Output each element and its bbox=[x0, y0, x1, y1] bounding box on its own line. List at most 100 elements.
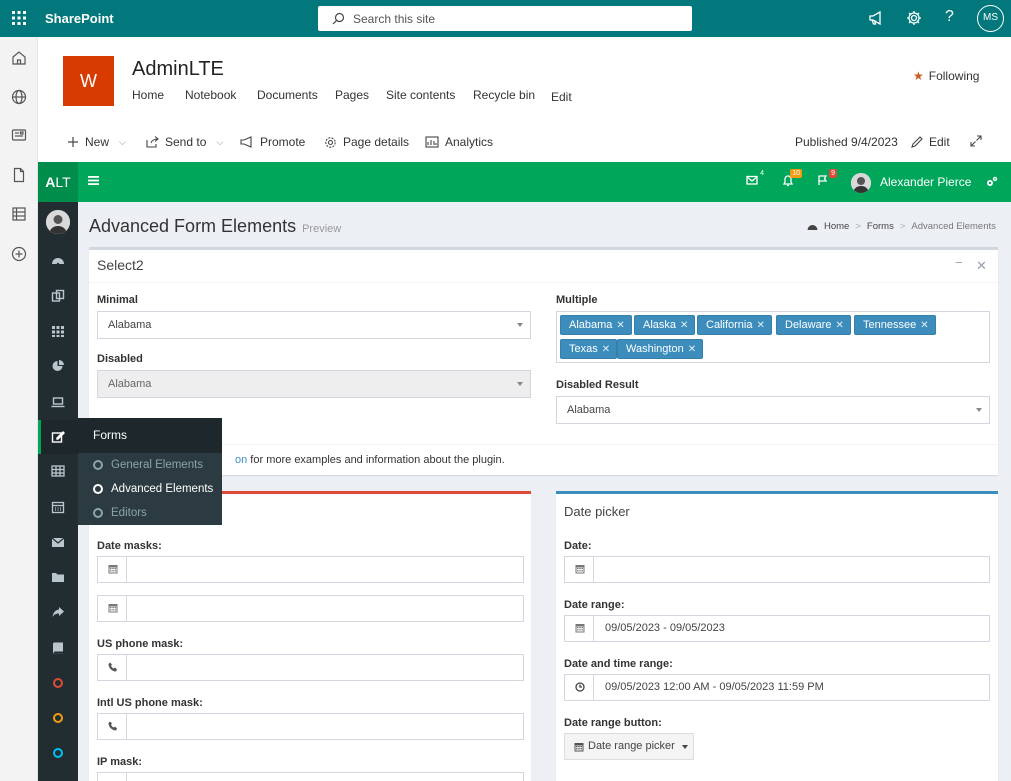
tag-alabama[interactable]: Alabama ✕ bbox=[560, 315, 632, 335]
date-range-input[interactable]: 09/05/2023 - 09/05/2023 bbox=[595, 616, 989, 641]
date-input[interactable] bbox=[595, 557, 989, 582]
new-button[interactable]: New ⌵ bbox=[67, 135, 126, 149]
documentation-link[interactable]: on bbox=[235, 454, 247, 466]
yellow-circle-icon[interactable] bbox=[50, 710, 66, 726]
globe-icon[interactable] bbox=[10, 88, 28, 106]
pie-chart-icon[interactable] bbox=[50, 358, 66, 374]
widgets-grid-icon[interactable] bbox=[50, 323, 66, 339]
menu-item-editors[interactable]: Editors bbox=[93, 507, 147, 519]
intl-phone-input[interactable] bbox=[128, 714, 523, 739]
edit-page-button[interactable]: Edit bbox=[910, 135, 950, 149]
megaphone-icon[interactable] bbox=[867, 9, 885, 27]
expand-button[interactable] bbox=[970, 135, 982, 147]
minimal-select[interactable]: Alabama bbox=[97, 311, 531, 339]
laptop-icon[interactable] bbox=[50, 394, 66, 410]
nav-pages[interactable]: Pages bbox=[335, 88, 369, 102]
remove-tag-icon[interactable]: ✕ bbox=[616, 320, 624, 331]
remove-tag-icon[interactable]: ✕ bbox=[756, 320, 764, 331]
user-name[interactable]: Alexander Pierce bbox=[880, 175, 971, 189]
input-masks-box: Date masks: US phone mask: Intl US phone… bbox=[89, 491, 531, 781]
book-icon[interactable] bbox=[50, 640, 66, 656]
sharepoint-brand[interactable]: SharePoint bbox=[45, 11, 114, 26]
create-plus-icon[interactable] bbox=[10, 245, 28, 263]
collapse-box-icon[interactable]: − bbox=[955, 255, 963, 270]
calendar-icon[interactable] bbox=[50, 499, 66, 515]
date-mask-input-1[interactable] bbox=[128, 557, 523, 582]
help-icon[interactable]: ? bbox=[945, 8, 954, 26]
nav-recycle-bin[interactable]: Recycle bin bbox=[473, 88, 535, 102]
caret-down-icon bbox=[517, 382, 523, 386]
tag-tennessee[interactable]: Tennessee ✕ bbox=[854, 315, 936, 335]
app-launcher-icon[interactable] bbox=[10, 9, 28, 27]
nav-notebook[interactable]: Notebook bbox=[185, 88, 236, 102]
site-logo[interactable]: W bbox=[63, 56, 114, 106]
remove-tag-icon[interactable]: ✕ bbox=[835, 320, 843, 331]
notifications-bell-icon[interactable]: 10 bbox=[782, 169, 802, 187]
following-button[interactable]: ★ Following bbox=[913, 69, 979, 83]
breadcrumb-home[interactable]: Home bbox=[824, 221, 849, 232]
nav-site-contents[interactable]: Site contents bbox=[386, 88, 455, 102]
mailbox-envelope-icon[interactable] bbox=[50, 534, 66, 550]
messages-envelope-icon[interactable]: 4 bbox=[746, 169, 766, 186]
dashboard-icon[interactable] bbox=[50, 253, 66, 269]
remove-tag-icon[interactable]: ✕ bbox=[680, 320, 688, 331]
flyout-title[interactable]: Forms bbox=[78, 418, 222, 453]
breadcrumb: Home > Forms > Advanced Elements bbox=[807, 221, 996, 232]
circle-icon bbox=[93, 508, 103, 518]
aqua-circle-icon[interactable] bbox=[50, 745, 66, 761]
site-search-box[interactable]: Search this site bbox=[318, 6, 692, 31]
user-avatar-image[interactable] bbox=[851, 173, 871, 193]
search-input[interactable]: Search this site bbox=[353, 12, 435, 26]
adminlte-logo[interactable]: ALT bbox=[38, 162, 78, 202]
menu-item-general-elements[interactable]: General Elements bbox=[93, 459, 203, 471]
news-icon[interactable] bbox=[10, 126, 28, 144]
tag-alaska[interactable]: Alaska ✕ bbox=[634, 315, 696, 335]
multiple-select[interactable]: Alabama ✕ Alaska ✕ California ✕ Delaware ✕ T… bbox=[556, 311, 990, 363]
tag-delaware[interactable]: Delaware ✕ bbox=[776, 315, 851, 335]
files-icon[interactable] bbox=[50, 288, 66, 304]
remove-tag-icon[interactable]: ✕ bbox=[602, 344, 610, 355]
folder-icon[interactable] bbox=[50, 569, 66, 585]
tag-texas[interactable]: Texas ✕ bbox=[560, 339, 618, 359]
date-range-picker-button[interactable]: Date range picker bbox=[564, 733, 694, 760]
menu-item-advanced-elements[interactable]: Advanced Elements bbox=[93, 483, 213, 495]
sidebar-item-forms[interactable] bbox=[38, 420, 78, 454]
nav-edit[interactable]: Edit bbox=[551, 90, 572, 104]
user-avatar[interactable]: MS bbox=[977, 5, 1004, 32]
page-details-label: Page details bbox=[343, 135, 410, 149]
share-arrow-icon[interactable] bbox=[50, 604, 66, 620]
remove-tag-icon[interactable]: ✕ bbox=[920, 320, 928, 331]
analytics-button[interactable]: Analytics bbox=[425, 135, 493, 149]
home-icon[interactable] bbox=[10, 49, 28, 67]
sidebar-toggle-icon[interactable] bbox=[88, 175, 99, 186]
ip-mask-input[interactable] bbox=[128, 773, 523, 781]
gears-icon[interactable] bbox=[985, 175, 998, 188]
page-details-button[interactable]: Page details bbox=[324, 135, 409, 149]
tag-california[interactable]: California ✕ bbox=[697, 315, 772, 335]
date-range-label: Date range: bbox=[564, 599, 625, 611]
box-title: Date picker bbox=[564, 504, 630, 519]
breadcrumb-separator: > bbox=[855, 221, 861, 232]
tag-washington[interactable]: Washington ✕ bbox=[617, 339, 704, 359]
red-circle-icon[interactable] bbox=[50, 675, 66, 691]
date-mask-input-2[interactable] bbox=[128, 596, 523, 621]
remove-box-icon[interactable]: ✕ bbox=[976, 258, 987, 274]
list-icon[interactable] bbox=[10, 205, 28, 223]
breadcrumb-separator: > bbox=[899, 221, 906, 232]
us-phone-input[interactable] bbox=[128, 655, 523, 680]
sidebar-user-avatar[interactable] bbox=[46, 210, 70, 234]
send-to-button[interactable]: Send to ⌵ bbox=[146, 135, 223, 149]
table-icon[interactable] bbox=[50, 463, 66, 479]
settings-gear-icon[interactable] bbox=[905, 9, 923, 27]
datetime-range-input[interactable]: 09/05/2023 12:00 AM - 09/05/2023 11:59 P… bbox=[595, 675, 989, 700]
document-icon[interactable] bbox=[10, 166, 28, 184]
disabled-result-select[interactable]: Alabama bbox=[556, 396, 990, 424]
tasks-flag-icon[interactable]: 9 bbox=[817, 169, 837, 186]
date-range-button-label: Date range button: bbox=[564, 717, 662, 729]
nav-documents[interactable]: Documents bbox=[257, 88, 318, 102]
promote-button[interactable]: Promote bbox=[240, 135, 305, 149]
breadcrumb-forms[interactable]: Forms bbox=[867, 221, 894, 232]
remove-tag-icon[interactable]: ✕ bbox=[688, 344, 696, 355]
nav-home[interactable]: Home bbox=[132, 88, 164, 102]
site-title[interactable]: AdminLTE bbox=[132, 58, 224, 81]
